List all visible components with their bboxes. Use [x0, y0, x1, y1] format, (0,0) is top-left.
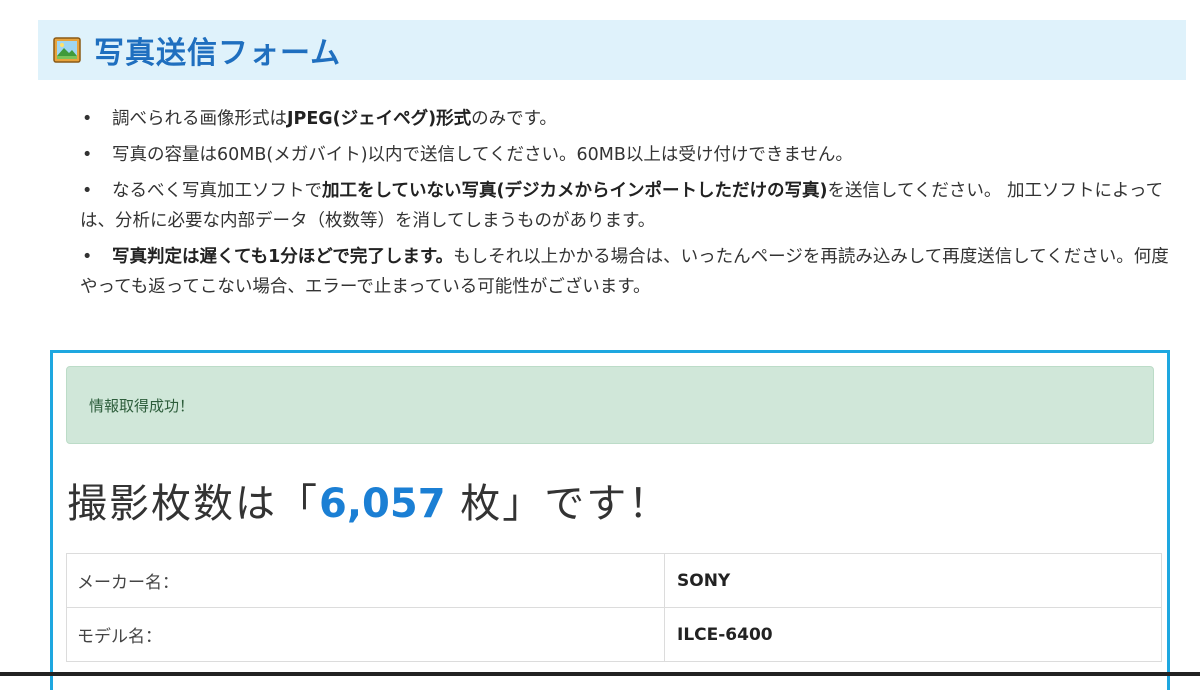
count-prefix: 撮影枚数は「 [67, 481, 319, 527]
page-title: 写真送信フォーム [94, 36, 342, 71]
note-text: なるべく写真加工ソフトで [112, 181, 322, 201]
picture-icon [52, 35, 82, 65]
model-value: ILCE-6400 [664, 607, 1162, 662]
note-emphasis: JPEG(ジェイペグ)形式 [287, 109, 472, 129]
shutter-count-value: 6,057 [319, 481, 446, 527]
note-emphasis: 加工をしていない写真(デジカメからインポートしただけの写真) [322, 181, 828, 201]
list-item: • 写真判定は遅くても1分ほどで完了します。もしそれ以上かかる場合は、いったんペー… [80, 247, 1169, 297]
bottom-divider [0, 672, 1200, 676]
camera-info-table: メーカー名： SONY モデル名： ILCE-6400 [66, 553, 1162, 662]
table-row: メーカー名： SONY [66, 553, 1162, 608]
success-alert: 情報取得成功！ [66, 366, 1154, 444]
page: 写真送信フォーム • 調べられる画像形式はJPEG(ジェイペグ)形式のみです。 •… [0, 0, 1200, 690]
list-item: • なるべく写真加工ソフトで加工をしていない写真(デジカメからインポートしただけの… [80, 181, 1164, 231]
form-header: 写真送信フォーム [38, 20, 1186, 80]
table-row: モデル名： ILCE-6400 [66, 607, 1162, 662]
maker-value: SONY [664, 553, 1162, 608]
alert-text: 情報取得成功！ [89, 396, 195, 415]
note-emphasis: 写真判定は遅くても1分ほどで完了します。 [112, 247, 454, 267]
count-suffix: 枚」です！ [445, 481, 671, 527]
note-text: 写真の容量は60MB(メガバイト)以内で送信してください。60MB以上は受け付け… [112, 145, 853, 165]
list-item: • 調べられる画像形式はJPEG(ジェイペグ)形式のみです。 [82, 109, 557, 129]
note-text: 調べられる画像形式は [112, 109, 287, 129]
shutter-count-heading: 撮影枚数は「6,057 枚」です！ [67, 471, 670, 529]
instruction-list: • 調べられる画像形式はJPEG(ジェイペグ)形式のみです。 • 写真の容量は60M… [80, 104, 1174, 308]
model-label: モデル名： [66, 607, 665, 662]
note-text: のみです。 [471, 109, 557, 129]
result-panel: 情報取得成功！ 撮影枚数は「6,057 枚」です！ メーカー名： SONY モデ… [50, 350, 1170, 690]
list-item: • 写真の容量は60MB(メガバイト)以内で送信してください。60MB以上は受け付… [82, 145, 853, 165]
maker-label: メーカー名： [66, 553, 665, 608]
